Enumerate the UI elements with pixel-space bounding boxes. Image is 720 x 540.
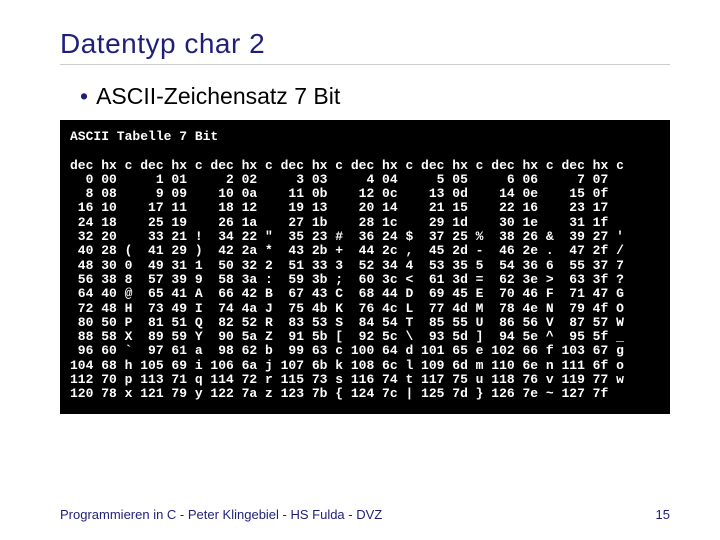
ascii-terminal: ASCII Tabelle 7 Bit dec hx c dec hx c de… [60, 120, 670, 414]
bullet-item: • ASCII-Zeichensatz 7 Bit [80, 83, 670, 110]
footer: Programmieren in C - Peter Klingebiel - … [60, 507, 670, 522]
page-title: Datentyp char 2 [60, 28, 670, 65]
bullet-dot-icon: • [80, 83, 88, 109]
footer-left: Programmieren in C - Peter Klingebiel - … [60, 507, 382, 522]
slide: Datentyp char 2 • ASCII-Zeichensatz 7 Bit… [0, 0, 720, 540]
footer-right: 15 [656, 507, 670, 522]
bullet-text: ASCII-Zeichensatz 7 Bit [96, 83, 340, 109]
